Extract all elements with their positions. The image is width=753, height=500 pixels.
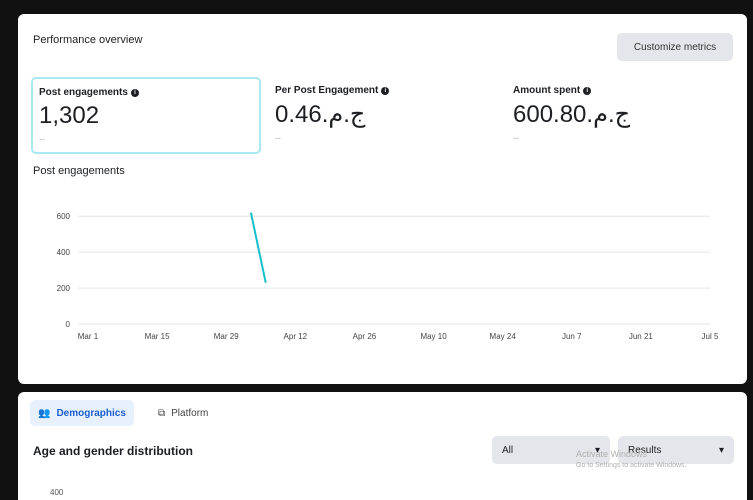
- tab-platform[interactable]: ⧉ Platform: [150, 400, 216, 426]
- x-tick-label: Jun 21: [629, 332, 654, 341]
- x-tick-label: Mar 29: [214, 332, 239, 341]
- x-tick-label: Apr 12: [284, 332, 308, 341]
- tab-label: Platform: [171, 407, 209, 419]
- metric-per-post-engagement[interactable]: Per Post Engagement i 0.46.ج.م --: [269, 77, 499, 154]
- metric-value: 600.80.ج.م: [513, 101, 631, 128]
- x-tick-label: May 10: [420, 332, 447, 341]
- chart-title: Post engagements: [33, 165, 125, 177]
- y-tick-label: 600: [57, 212, 71, 221]
- info-icon[interactable]: i: [381, 86, 390, 95]
- y-tick-label: 0: [66, 320, 71, 329]
- x-tick-label: May 24: [490, 332, 517, 341]
- metric-amount-spent[interactable]: Amount spent i 600.80.ج.م --: [507, 77, 737, 154]
- metric-comparison: --: [39, 134, 45, 144]
- x-tick-label: Mar 1: [78, 332, 99, 341]
- y-tick-label: 400: [57, 248, 71, 257]
- x-tick-label: Apr 26: [353, 332, 377, 341]
- metric-value: 1,302: [39, 102, 100, 129]
- metric-post-engagements[interactable]: Post engagements i 1,302 --: [31, 77, 261, 154]
- customize-metrics-button[interactable]: Customize metrics: [617, 33, 733, 61]
- chevron-down-icon: ▾: [718, 444, 724, 456]
- platform-icon: ⧉: [158, 407, 166, 419]
- tab-demographics[interactable]: 👥 Demographics: [30, 400, 134, 426]
- metric-label: Amount spent: [513, 85, 581, 96]
- info-icon[interactable]: i: [583, 86, 592, 95]
- series-line: [249, 212, 267, 283]
- people-icon: 👥: [38, 407, 51, 419]
- x-tick-label: Jul 5: [702, 332, 719, 341]
- x-tick-label: Jun 7: [562, 332, 582, 341]
- metric-comparison: --: [275, 133, 281, 143]
- metric-comparison: --: [513, 133, 519, 143]
- performance-overview-card: Performance overview Customize metrics P…: [18, 14, 747, 384]
- demographics-card: 👥 Demographics ⧉ Platform Age and gender…: [18, 392, 747, 500]
- select-value: All: [502, 444, 514, 456]
- age-axis-tick: 400: [50, 488, 64, 497]
- x-tick-label: Mar 15: [145, 332, 170, 341]
- y-tick-label: 200: [57, 284, 71, 293]
- overview-title: Performance overview: [33, 34, 143, 46]
- post-engagements-chart: 0 200 400 600 Mar 1 Mar 15 Mar 29 Apr 12 Apr 26 M…: [57, 212, 719, 341]
- tab-label: Demographics: [56, 407, 126, 419]
- metric-value: 0.46.ج.م: [275, 101, 366, 128]
- metric-label: Post engagements: [39, 87, 128, 98]
- activate-windows-watermark: Activate Windows Go to Settings to activ…: [576, 449, 687, 469]
- info-icon[interactable]: i: [130, 88, 139, 97]
- section-title: Age and gender distribution: [33, 444, 194, 458]
- metric-label: Per Post Engagement: [275, 85, 379, 96]
